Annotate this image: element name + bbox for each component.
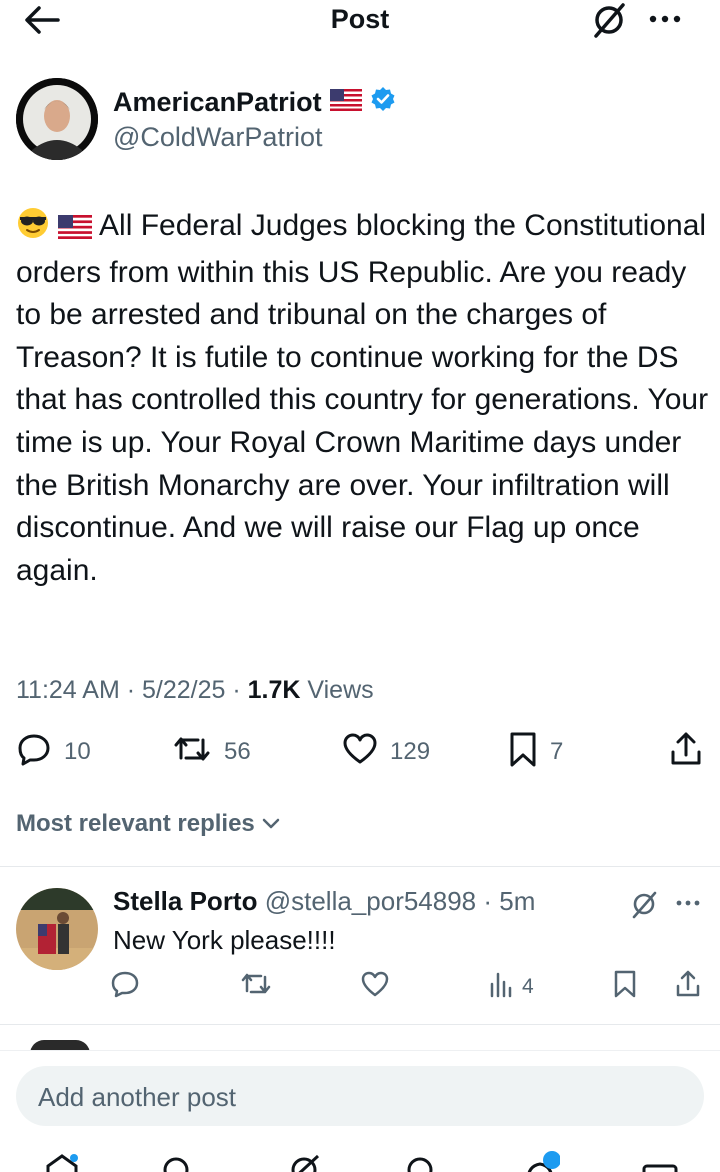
- like-count: 129: [390, 738, 431, 765]
- reply-share-button[interactable]: [674, 970, 702, 1004]
- views-label: Views: [307, 676, 374, 704]
- home-icon[interactable]: [42, 1150, 82, 1172]
- communities-icon[interactable]: [400, 1150, 440, 1172]
- reply-header: Stella Porto @stella_por54898 · 5m: [113, 886, 536, 916]
- tweet-body: All Federal Judges blocking the Constitu…: [16, 205, 712, 592]
- grok-icon[interactable]: [589, 0, 629, 40]
- reply-time: 5m: [499, 886, 536, 916]
- replies-sort-label: Most relevant replies: [16, 810, 255, 837]
- notifications-icon[interactable]: [520, 1150, 561, 1172]
- repost-icon: [172, 731, 212, 774]
- reply-grok-icon[interactable]: [628, 888, 660, 925]
- repost-icon: [240, 969, 272, 1005]
- bookmark-icon: [612, 969, 638, 1005]
- reply-composer-input[interactable]: Add another post: [16, 1066, 704, 1126]
- divider: [0, 866, 720, 867]
- views-chart-icon: [488, 970, 514, 1004]
- more-options-icon[interactable]: [645, 4, 685, 34]
- grok-nav-icon[interactable]: [284, 1150, 324, 1172]
- bookmark-count: 7: [550, 738, 564, 765]
- avatar[interactable]: [16, 78, 98, 160]
- reply-avatar[interactable]: [16, 888, 98, 970]
- tweet-time: 11:24 AM: [16, 676, 120, 704]
- divider: [0, 1024, 720, 1025]
- tweet-text: All Federal Judges blocking the Constitu…: [16, 209, 717, 587]
- share-icon: [668, 730, 704, 775]
- reply-icon: [110, 969, 140, 1005]
- sunglasses-emoji-icon: [16, 207, 50, 252]
- bookmark-button[interactable]: 7: [508, 732, 563, 772]
- messages-icon[interactable]: [640, 1150, 680, 1172]
- views-count: 1.7K: [247, 676, 301, 704]
- verified-badge-icon: [370, 86, 396, 119]
- us-flag-emoji-icon: [58, 209, 93, 252]
- reply-reply-button[interactable]: [110, 970, 140, 1004]
- like-button[interactable]: 129: [342, 732, 430, 772]
- reply-author-handle[interactable]: @stella_por54898: [265, 886, 476, 916]
- search-icon[interactable]: [156, 1150, 196, 1172]
- share-button[interactable]: [668, 732, 704, 772]
- reply-more-icon[interactable]: [672, 890, 704, 921]
- heart-icon: [360, 970, 390, 1004]
- reply-like-button[interactable]: [360, 970, 390, 1004]
- share-icon: [674, 969, 702, 1005]
- reply-icon: [16, 731, 52, 774]
- repost-button[interactable]: 56: [172, 732, 251, 772]
- reply-views-button[interactable]: 4: [488, 970, 534, 1004]
- heart-icon: [342, 732, 378, 773]
- reply-button[interactable]: 10: [16, 732, 91, 772]
- tweet-meta: 11:24 AM · 5/22/25 · 1.7K Views: [16, 676, 374, 704]
- author-handle[interactable]: @ColdWarPatriot: [113, 122, 322, 153]
- reply-count: 10: [64, 738, 91, 765]
- replies-sort-dropdown[interactable]: Most relevant replies: [16, 810, 281, 838]
- author-display-name[interactable]: AmericanPatriot: [113, 87, 322, 118]
- author-name-row[interactable]: AmericanPatriot: [113, 86, 396, 119]
- reply-repost-button[interactable]: [240, 970, 272, 1004]
- repost-count: 56: [224, 738, 251, 765]
- tweet-date: 5/22/25: [142, 676, 226, 704]
- reply-bookmark-button[interactable]: [612, 970, 638, 1004]
- reply-views-count: 4: [522, 975, 534, 998]
- reply-text: New York please!!!!: [113, 925, 336, 955]
- bookmark-icon: [508, 730, 538, 775]
- us-flag-icon: [329, 87, 362, 118]
- reply-author-name[interactable]: Stella Porto: [113, 886, 257, 916]
- chevron-down-icon: [261, 810, 281, 838]
